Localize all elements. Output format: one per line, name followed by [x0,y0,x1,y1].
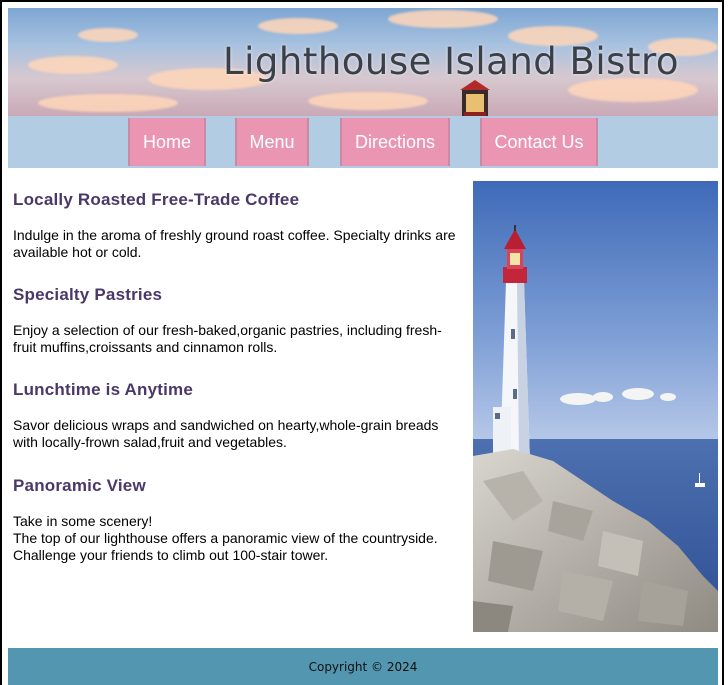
section-heading: Specialty Pastries [13,285,163,304]
section-text: Enjoy a selection of our fresh-baked,org… [13,322,442,355]
copyright-text: Copyright © 2024 [308,659,418,674]
nav-home-button[interactable]: Home [128,118,206,166]
section-heading: Locally Roasted Free-Trade Coffee [13,190,300,209]
footer: Copyright © 2024 [8,648,718,685]
site-title: Lighthouse Island Bistro [223,40,679,83]
section-pastries: Specialty Pastries Enjoy a selection of … [13,285,463,356]
section-heading: Panoramic View [13,476,146,495]
lighthouse-photo [473,181,718,632]
nav-directions-button[interactable]: Directions [340,118,450,166]
lighthouse-lamp-icon [460,80,490,116]
nav-menu-button[interactable]: Menu [235,118,309,166]
section-coffee: Locally Roasted Free-Trade Coffee Indulg… [13,190,463,261]
section-text: Savor delicious wraps and sandwiched on … [13,417,439,450]
main-nav: Home Menu Directions Contact Us [8,116,718,168]
section-view: Panoramic View Take in some scenery! The… [13,476,463,564]
header-banner: Lighthouse Island Bistro [8,8,718,116]
section-heading: Lunchtime is Anytime [13,380,194,399]
section-text: Take in some scenery! [13,513,153,529]
nav-contact-button[interactable]: Contact Us [480,118,598,166]
section-text: Indulge in the aroma of freshly ground r… [13,227,456,260]
section-text: The top of our lighthouse offers a panor… [13,530,438,563]
section-lunch: Lunchtime is Anytime Savor delicious wra… [13,380,463,451]
